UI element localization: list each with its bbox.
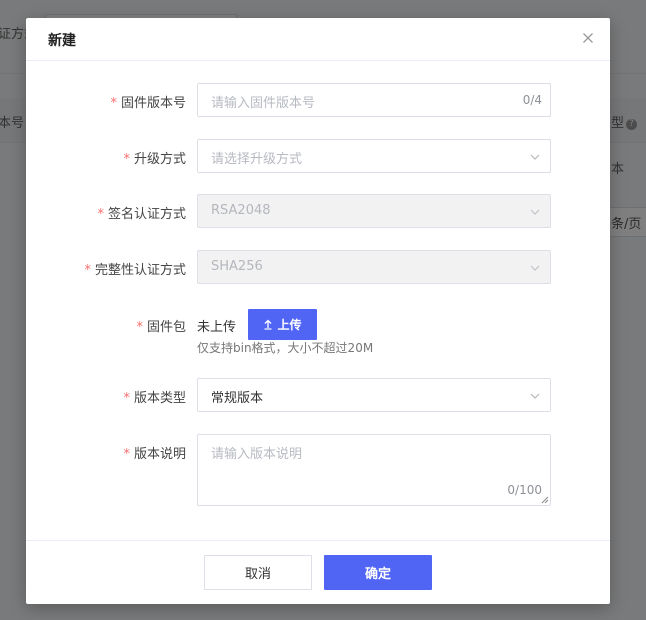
upgrade-method-label: * 升级方式	[123, 152, 186, 167]
upgrade-method-placeholder: 请选择升级方式	[211, 152, 303, 167]
signature-auth-value: RSA2048	[211, 203, 271, 218]
version-description-counter: 0/100	[507, 483, 542, 497]
chevron-down-icon	[530, 154, 540, 160]
upload-hint: 仅支持bin格式，大小不超过20M	[197, 341, 374, 355]
firmware-version-label: * 固件版本号	[110, 96, 186, 111]
close-icon[interactable]	[580, 30, 596, 46]
dialog-header: 新建	[26, 18, 610, 61]
firmware-package-label: * 固件包	[136, 320, 186, 335]
integrity-auth-label: * 完整性认证方式	[84, 263, 186, 278]
upgrade-method-select[interactable]: 请选择升级方式	[197, 139, 551, 173]
required-mark: *	[123, 152, 130, 167]
required-mark: *	[110, 96, 117, 111]
resize-handle-icon[interactable]	[541, 496, 549, 504]
upload-button-label: 上传	[277, 318, 302, 332]
cancel-button[interactable]: 取消	[204, 555, 312, 590]
required-mark: *	[136, 320, 143, 335]
upload-icon	[264, 319, 272, 330]
firmware-version-counter: 0/4	[522, 93, 542, 107]
integrity-auth-value: SHA256	[211, 259, 263, 274]
version-description-textarea[interactable]: 请输入版本说明 0/100	[197, 434, 551, 506]
chevron-down-icon	[530, 393, 540, 399]
upload-status: 未上传	[197, 320, 237, 335]
confirm-button[interactable]: 确定	[324, 555, 432, 590]
required-mark: *	[123, 447, 130, 462]
version-type-label: * 版本类型	[123, 391, 186, 406]
firmware-version-placeholder: 请输入固件版本号	[211, 96, 316, 111]
firmware-version-input[interactable]: 请输入固件版本号 0/4	[197, 83, 551, 117]
signature-auth-select: RSA2048	[197, 194, 551, 228]
required-mark: *	[123, 391, 130, 406]
version-description-placeholder: 请输入版本说明	[211, 447, 303, 462]
required-mark: *	[97, 207, 104, 222]
required-mark: *	[84, 263, 91, 278]
version-description-label: * 版本说明	[123, 447, 186, 462]
signature-auth-label: * 签名认证方式	[97, 207, 186, 222]
chevron-down-icon	[530, 265, 540, 271]
dialog-footer: 取消 确定	[26, 540, 610, 605]
dialog-title: 新建	[48, 33, 76, 49]
version-type-value: 常规版本	[211, 391, 264, 406]
chevron-down-icon	[530, 209, 540, 215]
upload-button[interactable]: 上传	[248, 309, 317, 340]
new-firmware-dialog: 新建 * 固件版本号 请输入固件版本号 0/4 * 升级方式 请选择升级方式 * 签名…	[26, 18, 610, 604]
version-type-select[interactable]: 常规版本	[197, 378, 551, 412]
integrity-auth-select: SHA256	[197, 250, 551, 284]
